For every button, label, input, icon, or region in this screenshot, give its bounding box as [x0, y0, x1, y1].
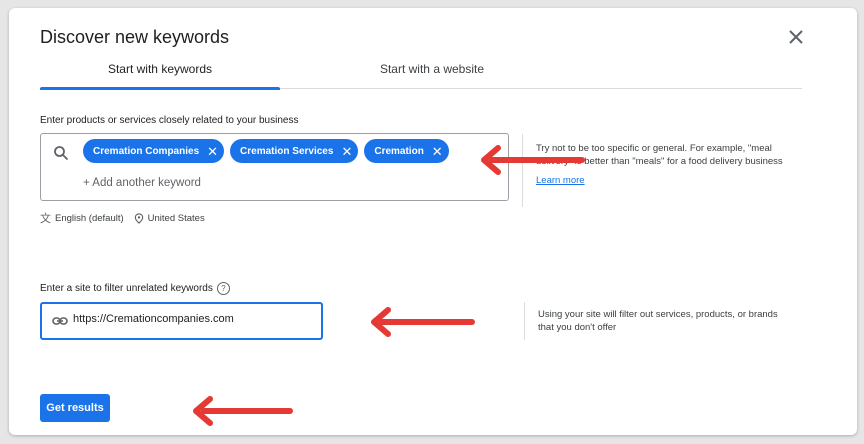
- tab-label: Start with keywords: [107, 62, 213, 76]
- annotation-arrow-icon: [481, 145, 585, 175]
- site-help-text: Using your site will filter out services…: [538, 309, 778, 333]
- chip-label: Cremation: [374, 145, 424, 157]
- tab-start-with-keywords[interactable]: Start with keywords: [40, 62, 280, 76]
- remove-chip-icon[interactable]: ✕: [207, 145, 218, 158]
- discover-keywords-dialog: Discover new keywords Start with keyword…: [9, 8, 857, 435]
- tab-bar: Start with keywords Start with a website: [40, 58, 802, 90]
- divider: [524, 302, 525, 340]
- search-icon: [54, 146, 69, 161]
- translate-icon: 文: [40, 213, 51, 225]
- remove-chip-icon[interactable]: ✕: [341, 145, 352, 158]
- site-url-input[interactable]: [73, 313, 313, 325]
- keyword-chip: Cremation Companies ✕: [83, 139, 225, 163]
- annotation-arrow-icon: [371, 307, 475, 337]
- keywords-label: Enter products or services closely relat…: [40, 115, 299, 126]
- language-location-row: 文 English (default) United States: [40, 210, 205, 226]
- chip-label: Cremation Companies: [93, 145, 200, 157]
- add-keyword-input[interactable]: + Add another keyword: [83, 177, 201, 189]
- keywords-input-box[interactable]: Cremation Companies ✕ Cremation Services…: [40, 133, 509, 201]
- remove-chip-icon[interactable]: ✕: [432, 145, 443, 158]
- help-circle-icon[interactable]: ?: [216, 282, 230, 295]
- close-icon[interactable]: [786, 27, 806, 47]
- site-filter-label: Enter a site to filter unrelated keyword…: [40, 282, 230, 295]
- location-pin-icon: [134, 212, 143, 224]
- chip-label: Cremation Services: [240, 145, 334, 157]
- site-input-box[interactable]: [40, 302, 323, 340]
- tab-label: Start with a website: [379, 62, 485, 76]
- site-filter-label-text: Enter a site to filter unrelated keyword…: [40, 283, 213, 294]
- language-selector[interactable]: English (default): [55, 213, 124, 224]
- get-results-button[interactable]: Get results: [40, 394, 110, 422]
- active-tab-indicator: [40, 87, 280, 90]
- location-selector[interactable]: United States: [148, 213, 205, 224]
- tab-start-with-website[interactable]: Start with a website: [312, 62, 552, 76]
- dialog-title: Discover new keywords: [40, 27, 230, 47]
- keyword-chip: Cremation Services ✕: [230, 139, 359, 163]
- annotation-arrow-icon: [193, 396, 293, 426]
- keyword-chips: Cremation Companies ✕ Cremation Services…: [83, 139, 449, 163]
- keyword-chip: Cremation ✕: [364, 139, 449, 163]
- link-icon: [52, 317, 68, 325]
